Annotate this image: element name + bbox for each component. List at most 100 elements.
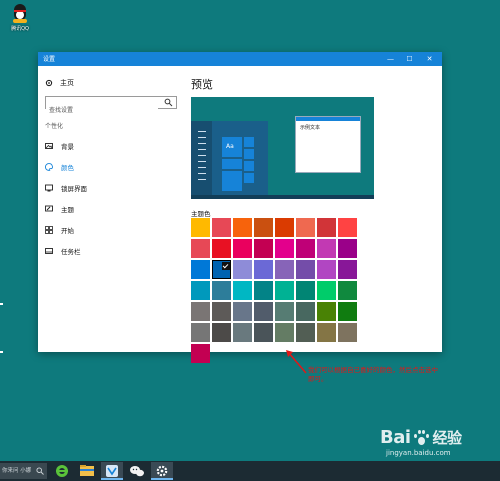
sidebar-item-start[interactable]: 开始	[45, 225, 74, 235]
file-explorer-icon	[80, 465, 94, 476]
color-swatch[interactable]	[254, 260, 273, 279]
maximize-button[interactable]: ☐	[402, 52, 417, 66]
color-swatch[interactable]	[275, 260, 294, 279]
color-swatch[interactable]	[191, 218, 210, 237]
watermark-url: jingyan.baidu.com	[386, 449, 451, 457]
ie-icon	[56, 465, 68, 477]
settings-search-box[interactable]	[45, 96, 177, 116]
close-button[interactable]: ✕	[422, 52, 437, 66]
preview-tile: Aa	[222, 137, 242, 157]
gear-icon	[45, 79, 53, 87]
qq-desktop-icon[interactable]: 腾讯QQ	[6, 4, 34, 32]
title-bar[interactable]: 设置 — ☐ ✕	[38, 52, 442, 66]
sidebar-item-label: 颜色	[61, 164, 74, 172]
windows-taskbar: 你来问 小娜	[0, 461, 500, 481]
color-swatch[interactable]	[212, 260, 231, 279]
color-swatch[interactable]	[191, 239, 210, 258]
settings-icon	[156, 465, 168, 477]
color-swatch[interactable]	[212, 302, 231, 321]
color-swatch[interactable]	[317, 281, 336, 300]
color-swatch[interactable]	[191, 260, 210, 279]
minimize-button[interactable]: —	[383, 52, 398, 66]
sidebar-item-label: 背景	[61, 143, 74, 151]
preview-tile	[222, 159, 242, 169]
annotation-text: 我们可以根据自己喜好的颜色，然后点击选中即可。	[308, 366, 438, 383]
color-swatch[interactable]	[275, 323, 294, 342]
ie-taskbar-button[interactable]	[51, 462, 73, 480]
color-swatch[interactable]	[254, 239, 273, 258]
baidu-jingyan-watermark: Bai 经验 jingyan.baidu.com	[380, 427, 462, 457]
preview-tile	[244, 149, 254, 159]
preview-taskbar	[191, 195, 374, 199]
color-swatch[interactable]	[191, 281, 210, 300]
preview-tile-text: Aa	[226, 143, 234, 150]
color-swatch[interactable]	[338, 239, 357, 258]
browser-icon	[106, 465, 118, 477]
color-swatch[interactable]	[317, 302, 336, 321]
color-swatch[interactable]	[275, 281, 294, 300]
nav-section-personalization: 个性化	[45, 123, 64, 130]
color-swatch[interactable]	[275, 239, 294, 258]
color-swatch[interactable]	[212, 323, 231, 342]
color-swatch[interactable]	[212, 218, 231, 237]
preview-image: Aa 示例文本	[191, 97, 374, 199]
color-swatch[interactable]	[254, 323, 273, 342]
browser-taskbar-button[interactable]	[101, 462, 123, 480]
cortana-search-box[interactable]: 你来问 小娜	[0, 463, 47, 479]
sidebar-item-colors[interactable]: 颜色	[45, 162, 74, 172]
lock-screen-icon	[45, 184, 53, 192]
color-swatch[interactable]	[296, 323, 315, 342]
settings-taskbar-button[interactable]	[151, 462, 173, 480]
color-swatch[interactable]	[296, 281, 315, 300]
sidebar-item-label: 任务栏	[61, 248, 81, 256]
color-swatch[interactable]	[317, 323, 336, 342]
nav-home-link[interactable]: 主页	[45, 78, 74, 88]
color-swatch[interactable]	[317, 239, 336, 258]
color-swatch[interactable]	[338, 218, 357, 237]
color-swatch[interactable]	[233, 239, 252, 258]
wechat-icon	[130, 466, 144, 477]
color-swatch[interactable]	[317, 260, 336, 279]
color-swatch[interactable]	[233, 218, 252, 237]
color-swatch[interactable]	[317, 218, 336, 237]
color-swatch[interactable]	[191, 344, 210, 363]
color-swatch[interactable]	[191, 323, 210, 342]
color-swatch[interactable]	[275, 218, 294, 237]
settings-search-input[interactable]	[46, 105, 158, 116]
color-swatch[interactable]	[275, 302, 294, 321]
settings-window: 设置 — ☐ ✕ 主页 个性化 背景 颜色	[38, 52, 442, 363]
sidebar-item-themes[interactable]: 主题	[45, 204, 74, 214]
color-swatch[interactable]	[233, 281, 252, 300]
color-swatch[interactable]	[296, 260, 315, 279]
search-icon[interactable]	[164, 98, 173, 107]
color-swatch[interactable]	[254, 281, 273, 300]
preview-window-text: 示例文本	[300, 125, 321, 131]
color-swatch[interactable]	[254, 218, 273, 237]
color-swatch[interactable]	[296, 302, 315, 321]
preview-heading: 预览	[191, 78, 213, 91]
color-swatch[interactable]	[338, 260, 357, 279]
color-swatch[interactable]	[191, 302, 210, 321]
color-swatch[interactable]	[233, 260, 252, 279]
color-swatch[interactable]	[233, 323, 252, 342]
color-swatch[interactable]	[338, 281, 357, 300]
color-swatch[interactable]	[212, 239, 231, 258]
desktop-edge-mark	[0, 303, 3, 305]
color-swatch[interactable]	[338, 323, 357, 342]
preview-start-menu: Aa	[191, 121, 268, 195]
color-swatch[interactable]	[338, 302, 357, 321]
sidebar-item-taskbar[interactable]: 任务栏	[45, 246, 81, 256]
color-swatch[interactable]	[296, 218, 315, 237]
file-explorer-taskbar-button[interactable]	[76, 462, 98, 480]
sidebar-item-background[interactable]: 背景	[45, 141, 74, 151]
start-icon	[45, 226, 53, 234]
window-title: 设置	[43, 56, 56, 63]
color-swatch[interactable]	[296, 239, 315, 258]
color-swatch[interactable]	[212, 281, 231, 300]
search-icon[interactable]	[36, 467, 44, 475]
color-swatch[interactable]	[254, 302, 273, 321]
wechat-taskbar-button[interactable]	[126, 462, 148, 480]
sidebar-item-lock-screen[interactable]: 锁屏界面	[45, 183, 87, 193]
preview-tile	[244, 161, 254, 171]
color-swatch[interactable]	[233, 302, 252, 321]
